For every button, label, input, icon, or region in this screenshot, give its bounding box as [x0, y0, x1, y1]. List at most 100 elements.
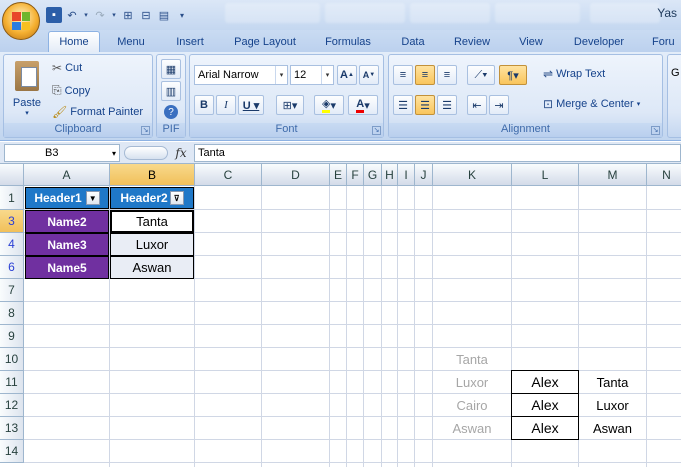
- cell-k12[interactable]: Cairo: [433, 394, 511, 417]
- column-header-k[interactable]: K: [433, 164, 512, 186]
- table-cell-name[interactable]: Name2: [25, 210, 109, 233]
- borders-button[interactable]: ⊞▾: [276, 95, 304, 115]
- tab-menu[interactable]: Menu: [108, 31, 154, 52]
- column-header-f[interactable]: F: [347, 164, 364, 186]
- table-header-2-cell[interactable]: Header2 ⊽: [110, 187, 194, 209]
- row-header-11[interactable]: 11: [0, 371, 24, 394]
- formula-bar-slider[interactable]: [124, 146, 168, 160]
- column-header-e[interactable]: E: [330, 164, 347, 186]
- worksheet-grid[interactable]: A B C D E F G H I J K L M N 1 3 4 6 7 8 …: [0, 164, 681, 467]
- cell-l13[interactable]: Alex: [511, 416, 579, 440]
- form-icon[interactable]: ▤: [156, 7, 172, 23]
- help-icon[interactable]: ?: [164, 105, 178, 119]
- tab-data[interactable]: Data: [390, 31, 436, 52]
- select-all-corner[interactable]: [0, 164, 24, 186]
- tab-review[interactable]: Review: [446, 31, 498, 52]
- wrap-text-button[interactable]: ⇌ Wrap Text: [543, 67, 605, 81]
- copy-button[interactable]: ⎘ Copy: [52, 83, 90, 98]
- row-header-3[interactable]: 3: [0, 210, 24, 233]
- table-cell-name[interactable]: Name5: [25, 256, 109, 279]
- table-cell-value-selected[interactable]: Tanta: [110, 210, 194, 233]
- font-size-combo[interactable]: 12 ▾: [290, 65, 334, 85]
- cell-m13[interactable]: Aswan: [579, 417, 646, 440]
- redo-icon[interactable]: ↷: [92, 7, 108, 23]
- row-header-10[interactable]: 10: [0, 348, 24, 371]
- office-button[interactable]: [2, 2, 40, 40]
- align-middle-icon[interactable]: ≡: [415, 65, 435, 85]
- table-cell-value[interactable]: Luxor: [110, 233, 194, 256]
- cell-l12[interactable]: Alex: [511, 393, 579, 417]
- column-header-l[interactable]: L: [512, 164, 579, 186]
- format-painter-button[interactable]: 🖌 Format Painter: [52, 105, 143, 119]
- tab-page-layout[interactable]: Page Layout: [226, 31, 304, 52]
- tab-formulas[interactable]: Formulas: [314, 31, 382, 52]
- name-box[interactable]: B3 ▾: [4, 144, 120, 162]
- font-name-combo[interactable]: Arial Narrow ▾: [194, 65, 288, 85]
- row-header-8[interactable]: 8: [0, 302, 24, 325]
- italic-button[interactable]: I: [216, 95, 236, 115]
- cell-k13[interactable]: Aswan: [433, 417, 511, 440]
- orientation-icon[interactable]: ⟋▾: [467, 65, 495, 85]
- pif-icon-1[interactable]: ▦: [161, 59, 181, 79]
- table-header-1-cell[interactable]: Header1 ▼: [25, 187, 109, 209]
- align-top-icon[interactable]: ≡: [393, 65, 413, 85]
- row-header-9[interactable]: 9: [0, 325, 24, 348]
- row-header-14[interactable]: 14: [0, 440, 24, 463]
- alignment-launcher-icon[interactable]: ↘: [651, 126, 660, 135]
- filter-dropdown-icon[interactable]: ▼: [85, 191, 100, 205]
- tab-insert[interactable]: Insert: [164, 31, 216, 52]
- pif-icon-2[interactable]: ▥: [161, 81, 181, 101]
- underline-button[interactable]: U ▾: [238, 95, 264, 115]
- column-header-a[interactable]: A: [24, 164, 110, 186]
- merge-center-button[interactable]: ⊡ Merge & Center ▾: [543, 97, 640, 111]
- undo-icon[interactable]: ↶: [64, 7, 80, 23]
- rtl-paragraph-icon[interactable]: ¶▾: [499, 65, 527, 85]
- column-header-c[interactable]: C: [195, 164, 262, 186]
- column-header-i[interactable]: I: [398, 164, 415, 186]
- tab-foru[interactable]: Foru: [644, 31, 681, 52]
- column-header-n[interactable]: N: [647, 164, 681, 186]
- grow-font-button[interactable]: A ▲: [337, 65, 357, 85]
- table-cell-name[interactable]: Name3: [25, 233, 109, 256]
- row-header-13[interactable]: 13: [0, 417, 24, 440]
- row-header-7[interactable]: 7: [0, 279, 24, 302]
- sitemap-icon[interactable]: ⊞: [120, 7, 136, 23]
- cell-m12[interactable]: Luxor: [579, 394, 646, 417]
- undo-dropdown-icon[interactable]: ▾: [82, 7, 90, 23]
- shrink-font-button[interactable]: A ▼: [359, 65, 379, 85]
- align-center-icon[interactable]: ☰: [415, 95, 435, 115]
- tab-view[interactable]: View: [508, 31, 554, 52]
- align-bottom-icon[interactable]: ≡: [437, 65, 457, 85]
- fill-color-button[interactable]: ◈ ▾: [314, 95, 344, 115]
- row-header-4[interactable]: 4: [0, 233, 24, 256]
- save-icon[interactable]: ▪: [46, 7, 62, 23]
- network-icon[interactable]: ⊟: [138, 7, 154, 23]
- font-launcher-icon[interactable]: ↘: [372, 126, 381, 135]
- cell-k10[interactable]: Tanta: [433, 348, 511, 371]
- column-header-h[interactable]: H: [382, 164, 398, 186]
- column-header-j[interactable]: J: [415, 164, 433, 186]
- paste-button[interactable]: Paste ▾: [8, 59, 46, 121]
- bold-button[interactable]: B: [194, 95, 214, 115]
- formula-input[interactable]: Tanta: [194, 144, 681, 162]
- cell-m11[interactable]: Tanta: [579, 371, 646, 394]
- row-header-6[interactable]: 6: [0, 256, 24, 279]
- column-header-g[interactable]: G: [364, 164, 382, 186]
- font-color-button[interactable]: A ▾: [348, 95, 378, 115]
- decrease-indent-icon[interactable]: ⇤: [467, 95, 487, 115]
- align-left-icon[interactable]: ☰: [393, 95, 413, 115]
- tab-home[interactable]: Home: [48, 31, 100, 52]
- cell-k11[interactable]: Luxor: [433, 371, 511, 394]
- column-header-m[interactable]: M: [579, 164, 647, 186]
- clipboard-launcher-icon[interactable]: ↘: [141, 126, 150, 135]
- customize-qat-icon[interactable]: ▾: [174, 7, 190, 23]
- column-header-b[interactable]: B: [110, 164, 195, 186]
- row-header-1[interactable]: 1: [0, 186, 24, 210]
- cell-l11[interactable]: Alex: [511, 370, 579, 394]
- number-format-partial[interactable]: G: [671, 67, 680, 79]
- align-right-icon[interactable]: ☰: [437, 95, 457, 115]
- increase-indent-icon[interactable]: ⇥: [489, 95, 509, 115]
- table-cell-value[interactable]: Aswan: [110, 256, 194, 279]
- redo-dropdown-icon[interactable]: ▾: [110, 7, 118, 23]
- tab-developer[interactable]: Developer: [564, 31, 634, 52]
